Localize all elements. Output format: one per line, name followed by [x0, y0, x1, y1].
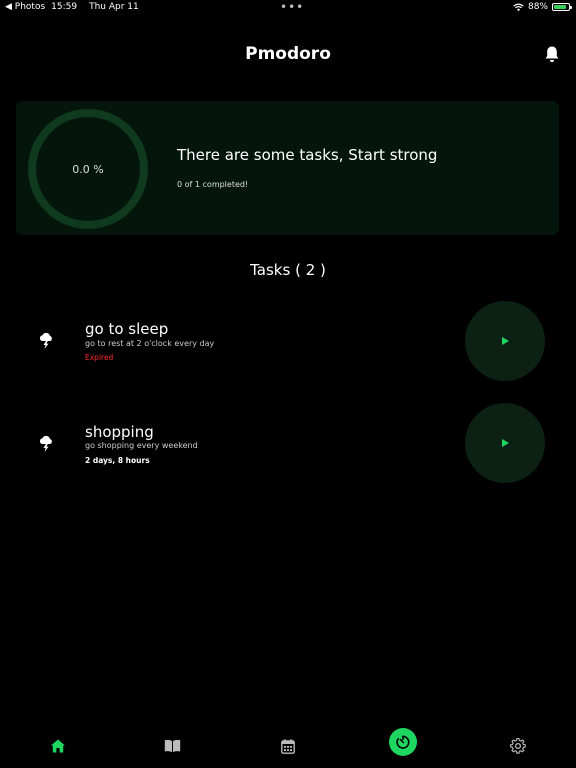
bell-icon[interactable]	[544, 45, 560, 63]
nav-home[interactable]	[44, 732, 72, 760]
start-task-button[interactable]	[465, 403, 545, 483]
bottom-nav	[0, 720, 576, 768]
battery-level	[554, 5, 566, 9]
task-row[interactable]: shopping go shopping every weekend 2 day…	[0, 403, 576, 485]
timer-icon	[396, 735, 410, 749]
task-time-remaining: 2 days, 8 hours	[85, 456, 150, 465]
nav-library[interactable]	[158, 732, 186, 760]
home-icon	[51, 739, 65, 753]
status-time: 15:59	[51, 2, 78, 12]
tasks-heading: Tasks ( 2 )	[250, 261, 326, 279]
summary-completed: 0 of 1 completed!	[177, 180, 249, 189]
play-icon	[502, 439, 509, 447]
battery-icon	[552, 3, 572, 11]
wifi-icon	[513, 3, 524, 11]
weather-storm-icon	[39, 435, 52, 452]
weather-storm-icon	[39, 332, 52, 349]
task-description: go to rest at 2 o'clock every day	[85, 339, 215, 348]
summary-heading: There are some tasks, Start strong	[177, 146, 438, 164]
app-title: Pmodoro	[245, 44, 331, 64]
calendar-icon	[281, 738, 295, 754]
task-row[interactable]: go to sleep go to rest at 2 o'clock ever…	[0, 300, 576, 382]
battery-percent: 88%	[527, 2, 548, 12]
play-icon	[502, 337, 509, 345]
back-to-app-link[interactable]: ◀ Photos	[5, 2, 45, 12]
multitasking-dots-icon[interactable]: •••	[280, 0, 304, 14]
start-task-button[interactable]	[465, 301, 545, 381]
task-title: shopping	[85, 423, 154, 441]
task-title: go to sleep	[85, 320, 169, 338]
progress-percent: 0.0 %	[72, 162, 104, 176]
status-left: ◀ Photos 15:59 Thu Apr 11	[5, 2, 139, 12]
summary-card: 0.0 % There are some tasks, Start strong…	[16, 101, 559, 235]
task-status-expired: Expired	[85, 353, 114, 362]
book-icon	[164, 739, 180, 753]
settings-icon	[510, 738, 526, 754]
nav-timer[interactable]	[389, 728, 417, 756]
status-right: 88%	[513, 2, 572, 12]
nav-calendar[interactable]	[274, 732, 302, 760]
nav-settings[interactable]	[504, 732, 532, 760]
status-date: Thu Apr 11	[89, 2, 139, 12]
task-description: go shopping every weekend	[85, 441, 198, 450]
status-bar: ◀ Photos 15:59 Thu Apr 11 ••• 88%	[0, 0, 576, 14]
